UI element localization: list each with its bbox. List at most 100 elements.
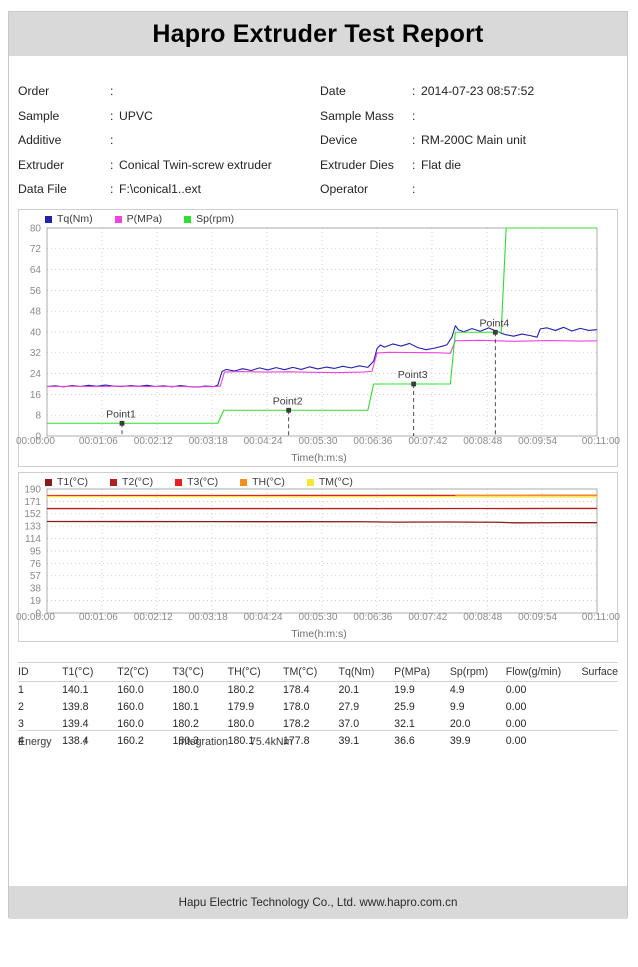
metadata-label: Data File bbox=[18, 182, 67, 196]
table-cell: 180.2 bbox=[227, 684, 255, 697]
svg-text:76: 76 bbox=[30, 559, 42, 570]
svg-text:40: 40 bbox=[30, 327, 42, 338]
table-header-cell: ID bbox=[18, 662, 63, 682]
table-cell: 178.0 bbox=[283, 701, 310, 714]
metadata-colon: : bbox=[110, 182, 114, 196]
metadata-row: Data File: F:\conical1..ext Operator: bbox=[18, 182, 618, 207]
metadata-label: Order bbox=[18, 84, 50, 98]
table-header-cell: T3(°C) bbox=[172, 662, 228, 682]
table-cell: 180.1 bbox=[172, 701, 199, 714]
table-cell: 27.9 bbox=[338, 701, 360, 714]
svg-text:171: 171 bbox=[24, 497, 41, 508]
svg-text:190: 190 bbox=[24, 484, 41, 495]
metadata-value bbox=[421, 182, 618, 196]
report-page: Hapro Extruder Test Report Order: Date:20… bbox=[0, 0, 638, 967]
svg-text:32: 32 bbox=[30, 348, 42, 359]
table-header-cell: T1(°C) bbox=[62, 662, 118, 682]
metadata-row: Sample: UPVC Sample Mass: bbox=[18, 109, 618, 134]
table-cell bbox=[581, 682, 618, 699]
table-cell: 160.0 bbox=[117, 684, 144, 697]
svg-text:95: 95 bbox=[30, 546, 42, 557]
metadata-value bbox=[421, 109, 618, 123]
metadata-label: Sample Mass bbox=[320, 108, 394, 123]
table-cell: 0.00 bbox=[505, 684, 527, 697]
x-tick-label: 00:09:54 bbox=[518, 612, 558, 623]
metadata-value: Conical Twin-screw extruder bbox=[119, 157, 272, 172]
summary-row: Energy / Integration 75.4kNm bbox=[18, 730, 618, 748]
svg-text:38: 38 bbox=[30, 584, 42, 595]
table-cell: 9.9 bbox=[449, 701, 465, 714]
chart2-x-axis-title: Time(h:m:s) bbox=[291, 628, 347, 640]
energy-value: / bbox=[84, 736, 87, 748]
metadata-label: Device bbox=[320, 133, 358, 147]
table-cell: 179.9 bbox=[227, 701, 255, 714]
metadata-value: RM-200C Main unit bbox=[421, 133, 526, 147]
metadata-colon: : bbox=[412, 182, 416, 196]
table-header-cell: TH(°C) bbox=[227, 662, 283, 682]
metadata-row: Extruder: Conical Twin-screw extruder Extr… bbox=[18, 158, 618, 183]
chart1-svg: 08162432404856647280Point1Point2Point3Po… bbox=[30, 223, 598, 442]
table-cell: 140.1 bbox=[62, 684, 89, 697]
table-cell: 180.0 bbox=[172, 684, 199, 697]
metadata-field-right: Sample Mass: bbox=[320, 109, 618, 123]
report-footer: Hapu Electric Technology Co., Ltd. www.h… bbox=[9, 886, 627, 919]
svg-text:56: 56 bbox=[30, 286, 42, 297]
table-cell: 0.00 bbox=[505, 701, 527, 714]
metadata-colon: : bbox=[110, 84, 114, 98]
x-tick-label: 00:01:06 bbox=[78, 436, 118, 447]
footer-text: Hapu Electric Technology Co., Ltd. www.h… bbox=[178, 896, 458, 909]
metadata-field-right: Device: RM-200C Main unit bbox=[320, 133, 618, 147]
metadata-label: Sample bbox=[18, 108, 60, 123]
table-header-cell: Flow(g/min) bbox=[505, 662, 582, 682]
x-tick-label: 00:11:00 bbox=[581, 612, 620, 623]
chart-panel-torque: Tq(Nm) P(MPa) Sp(rpm) 0 8 16 24 32 40 48 56 64 72 80… bbox=[18, 209, 618, 467]
x-tick-label: 00:08:48 bbox=[463, 612, 503, 623]
svg-text:16: 16 bbox=[30, 390, 42, 401]
table-cell: 4.9 bbox=[449, 684, 465, 697]
metadata-row: Additive: Device: RM-200C Main unit bbox=[18, 133, 618, 158]
metadata-colon: : bbox=[412, 157, 416, 172]
x-tick-label: 00:09:54 bbox=[518, 436, 558, 447]
table-header-cell: TM(°C) bbox=[283, 662, 339, 682]
svg-text:72: 72 bbox=[30, 244, 42, 255]
metadata-label: Extruder Dies bbox=[320, 157, 394, 172]
x-tick-label: 00:05:30 bbox=[298, 436, 338, 447]
metadata-field-left: Order: bbox=[18, 84, 320, 98]
x-tick-label: 00:06:36 bbox=[353, 436, 393, 447]
svg-text:Point3: Point3 bbox=[398, 369, 428, 381]
x-tick-label: 00:00:00 bbox=[16, 612, 55, 623]
x-tick-label: 00:04:24 bbox=[243, 612, 283, 623]
table-cell: 160.0 bbox=[117, 701, 144, 714]
metadata-field-right: Date:2014-07-23 08:57:52 bbox=[320, 84, 618, 98]
x-tick-label: 00:05:30 bbox=[298, 612, 338, 623]
report-title-banner: Hapro Extruder Test Report bbox=[9, 12, 627, 56]
svg-text:19: 19 bbox=[30, 596, 42, 607]
metadata-label: Date bbox=[320, 84, 346, 98]
x-tick-label: 00:00:00 bbox=[16, 436, 55, 447]
table-header-cell: Sp(rpm) bbox=[449, 662, 506, 682]
x-tick-label: 00:07:42 bbox=[408, 436, 448, 447]
chart2-x-tick-labels: 00:00:00 00:01:06 00:02:12 00:03:18 00:04:24… bbox=[16, 612, 620, 623]
table-header-cell: Surface bbox=[581, 662, 618, 682]
svg-text:8: 8 bbox=[35, 411, 41, 422]
metadata-value: 2014-07-23 08:57:52 bbox=[421, 84, 535, 98]
metadata-row: Order: Date:2014-07-23 08:57:52 bbox=[18, 84, 618, 109]
table-row: 1 140.1 160.0 180.0 180.2 178.4 20.1 19.9 4.9 0.0… bbox=[18, 682, 618, 699]
svg-text:Point4: Point4 bbox=[479, 317, 509, 329]
x-tick-label: 00:11:00 bbox=[581, 436, 620, 447]
table-row: 2 139.8 160.0 180.1 179.9 178.0 27.9 25.9 9.9 0.0… bbox=[18, 699, 618, 716]
metadata-field-right: Operator: bbox=[320, 182, 618, 196]
table-cell: 20.1 bbox=[338, 684, 360, 697]
table-header-row: ID T1(°C) T2(°C) T3(°C) TH(°C) TM(°C) Tq(Nm) P(… bbox=[18, 662, 618, 682]
x-tick-label: 00:01:06 bbox=[78, 612, 118, 623]
metadata-field-right: Extruder Dies: Flat die bbox=[320, 158, 618, 172]
x-tick-label: 00:07:42 bbox=[408, 612, 448, 623]
svg-text:Point2: Point2 bbox=[273, 395, 303, 407]
chart1-plot-area: 0 8 16 24 32 40 48 56 64 72 80 Point1 Point2 Point3 Po… bbox=[19, 210, 617, 466]
metadata-value bbox=[119, 84, 320, 98]
table-cell: 139.8 bbox=[62, 701, 89, 714]
table-cell: 25.9 bbox=[394, 701, 415, 714]
chart1-x-tick-labels: 00:00:00 00:01:06 00:02:12 00:03:18 00:04:24… bbox=[16, 436, 620, 447]
table-cell: 2 bbox=[18, 701, 24, 714]
x-tick-label: 00:02:12 bbox=[133, 436, 173, 447]
